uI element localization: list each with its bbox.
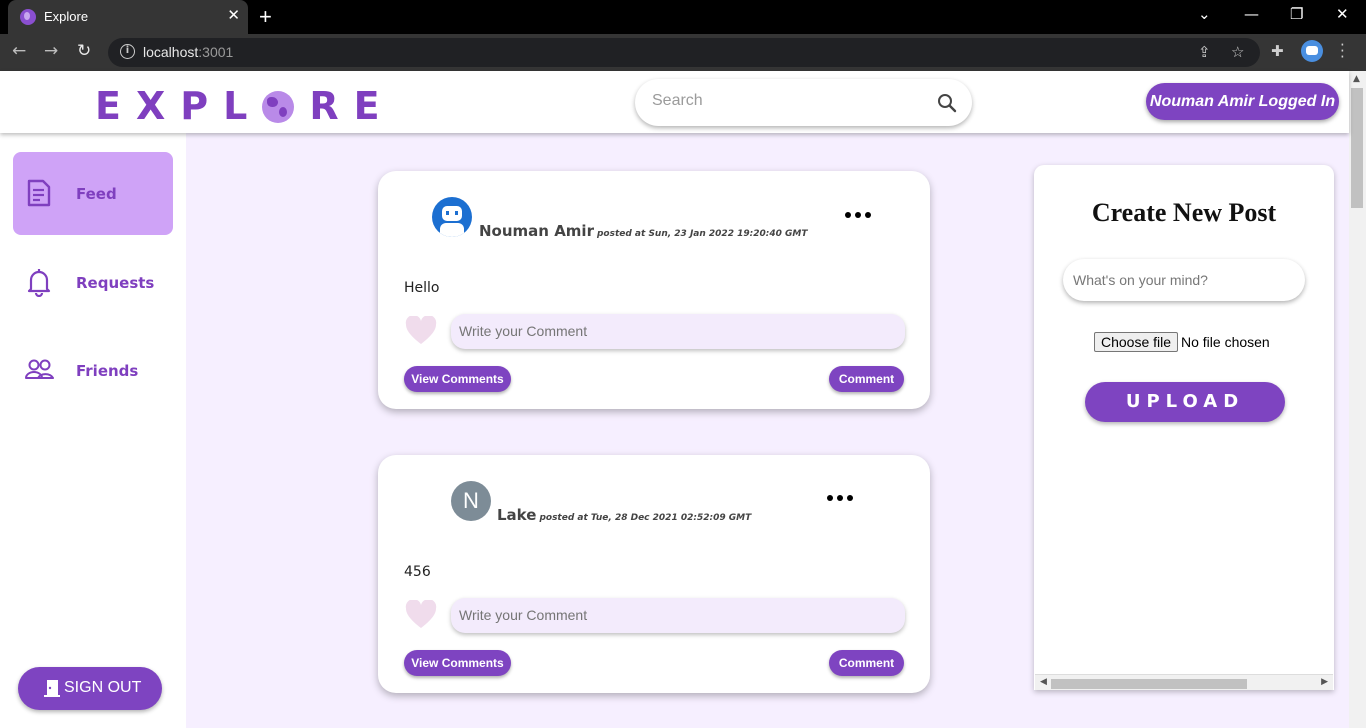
app-header: EXPL RE Search Nouman Amir Logged In <box>0 71 1349 133</box>
close-window-icon[interactable]: ✕ <box>1336 5 1349 23</box>
bell-icon <box>27 269 51 297</box>
minimize-icon[interactable]: — <box>1244 5 1259 23</box>
explore-logo[interactable]: EXPL RE <box>95 86 395 126</box>
scrollbar-thumb[interactable] <box>1351 88 1363 208</box>
post-timestamp: posted at Sun, 23 Jan 2022 19:20:40 GMT <box>596 229 808 239</box>
like-heart-icon[interactable] <box>405 316 437 346</box>
scroll-right-icon[interactable]: ▶ <box>1321 677 1328 687</box>
door-exit-icon <box>44 680 60 697</box>
address-bar[interactable]: i localhost:3001 ⇪ ☆ <box>108 38 1260 67</box>
view-comments-button[interactable]: View Comments <box>404 650 511 676</box>
sidebar-item-label: Feed <box>76 185 117 203</box>
extensions-puzzle-icon[interactable]: ✚ <box>1271 42 1284 60</box>
sidebar: Feed Requests Friends SIGN OUT <box>0 133 186 728</box>
site-info-icon[interactable]: i <box>120 44 135 59</box>
post-card: N Lake posted at Tue, 28 Dec 2021 02:52:0… <box>378 455 930 693</box>
comment-input[interactable]: Write your Comment <box>451 598 905 633</box>
robot-avatar[interactable] <box>432 197 472 237</box>
scrollbar-thumb[interactable] <box>1051 679 1247 689</box>
sidebar-item-label: Requests <box>76 274 155 292</box>
profile-avatar[interactable] <box>1301 40 1323 62</box>
author-name[interactable]: Lake <box>497 506 536 524</box>
new-tab-button[interactable]: + <box>259 4 272 30</box>
upload-button[interactable]: UPLOAD <box>1085 382 1285 422</box>
back-icon[interactable]: ← <box>12 41 26 61</box>
scroll-left-icon[interactable]: ◀ <box>1040 677 1047 687</box>
comment-input[interactable]: Write your Comment <box>451 314 905 349</box>
globe-favicon-icon <box>20 9 36 25</box>
post-timestamp: posted at Tue, 28 Dec 2021 02:52:09 GMT <box>539 513 752 523</box>
bookmark-star-icon[interactable]: ☆ <box>1231 43 1244 61</box>
sign-out-button[interactable]: SIGN OUT <box>18 667 162 710</box>
view-comments-button[interactable]: View Comments <box>404 366 511 392</box>
search-input[interactable]: Search <box>635 79 972 126</box>
create-post-panel: Create New Post What's on your mind? Cho… <box>1034 165 1334 690</box>
create-post-title: Create New Post <box>1091 198 1277 227</box>
browser-tab[interactable]: Explore ✕ <box>8 0 248 34</box>
restore-icon[interactable]: ❐ <box>1290 5 1303 23</box>
comment-button[interactable]: Comment <box>829 366 904 392</box>
globe-icon <box>262 91 295 123</box>
author-name[interactable]: Nouman Amir <box>479 222 594 240</box>
post-body: Hello <box>404 280 440 296</box>
panel-horizontal-scrollbar[interactable]: ◀ ▶ <box>1035 674 1333 690</box>
sidebar-item-label: Friends <box>76 362 139 380</box>
tab-search-icon[interactable]: ⌄ <box>1198 5 1211 23</box>
url-text: localhost:3001 <box>143 44 234 60</box>
post-text-input[interactable]: What's on your mind? <box>1063 259 1305 301</box>
letter-avatar[interactable]: N <box>451 481 491 521</box>
search-placeholder: Search <box>652 92 703 109</box>
post-author: Nouman Amir posted at Sun, 23 Jan 2022 19… <box>479 222 807 240</box>
people-icon <box>25 359 54 379</box>
logged-in-user-badge[interactable]: Nouman Amir Logged In <box>1146 83 1339 120</box>
browser-toolbar: ← → ↻ i localhost:3001 ⇪ ☆ ✚ · · · <box>0 34 1366 71</box>
document-icon <box>27 179 51 207</box>
reload-icon[interactable]: ↻ <box>77 41 91 61</box>
forward-icon[interactable]: → <box>44 41 58 61</box>
post-card: Nouman Amir posted at Sun, 23 Jan 2022 19… <box>378 171 930 409</box>
tab-title: Explore <box>44 9 89 24</box>
search-icon[interactable] <box>937 93 957 113</box>
more-options-icon[interactable] <box>827 495 853 501</box>
sidebar-item-requests[interactable]: Requests <box>13 241 173 324</box>
sign-out-label: SIGN OUT <box>64 679 142 696</box>
like-heart-icon[interactable] <box>405 600 437 630</box>
page-vertical-scrollbar[interactable]: ▲ <box>1349 71 1366 728</box>
tab-close-icon[interactable]: ✕ <box>227 6 240 24</box>
browser-titlebar: Explore ✕ + ⌄ — ❐ ✕ <box>0 0 1366 34</box>
more-options-icon[interactable] <box>845 212 871 218</box>
file-status-text: No file chosen <box>1181 334 1270 350</box>
choose-file-button[interactable]: Choose file <box>1094 332 1178 352</box>
post-body: 456 <box>404 564 431 580</box>
scroll-up-icon[interactable]: ▲ <box>1353 74 1360 84</box>
sidebar-item-feed[interactable]: Feed <box>13 152 173 235</box>
share-icon[interactable]: ⇪ <box>1198 43 1211 61</box>
comment-button[interactable]: Comment <box>829 650 904 676</box>
browser-menu-icon[interactable]: · · · <box>1340 38 1345 65</box>
post-author: Lake posted at Tue, 28 Dec 2021 02:52:09 … <box>497 506 751 524</box>
sidebar-item-friends[interactable]: Friends <box>13 329 173 412</box>
